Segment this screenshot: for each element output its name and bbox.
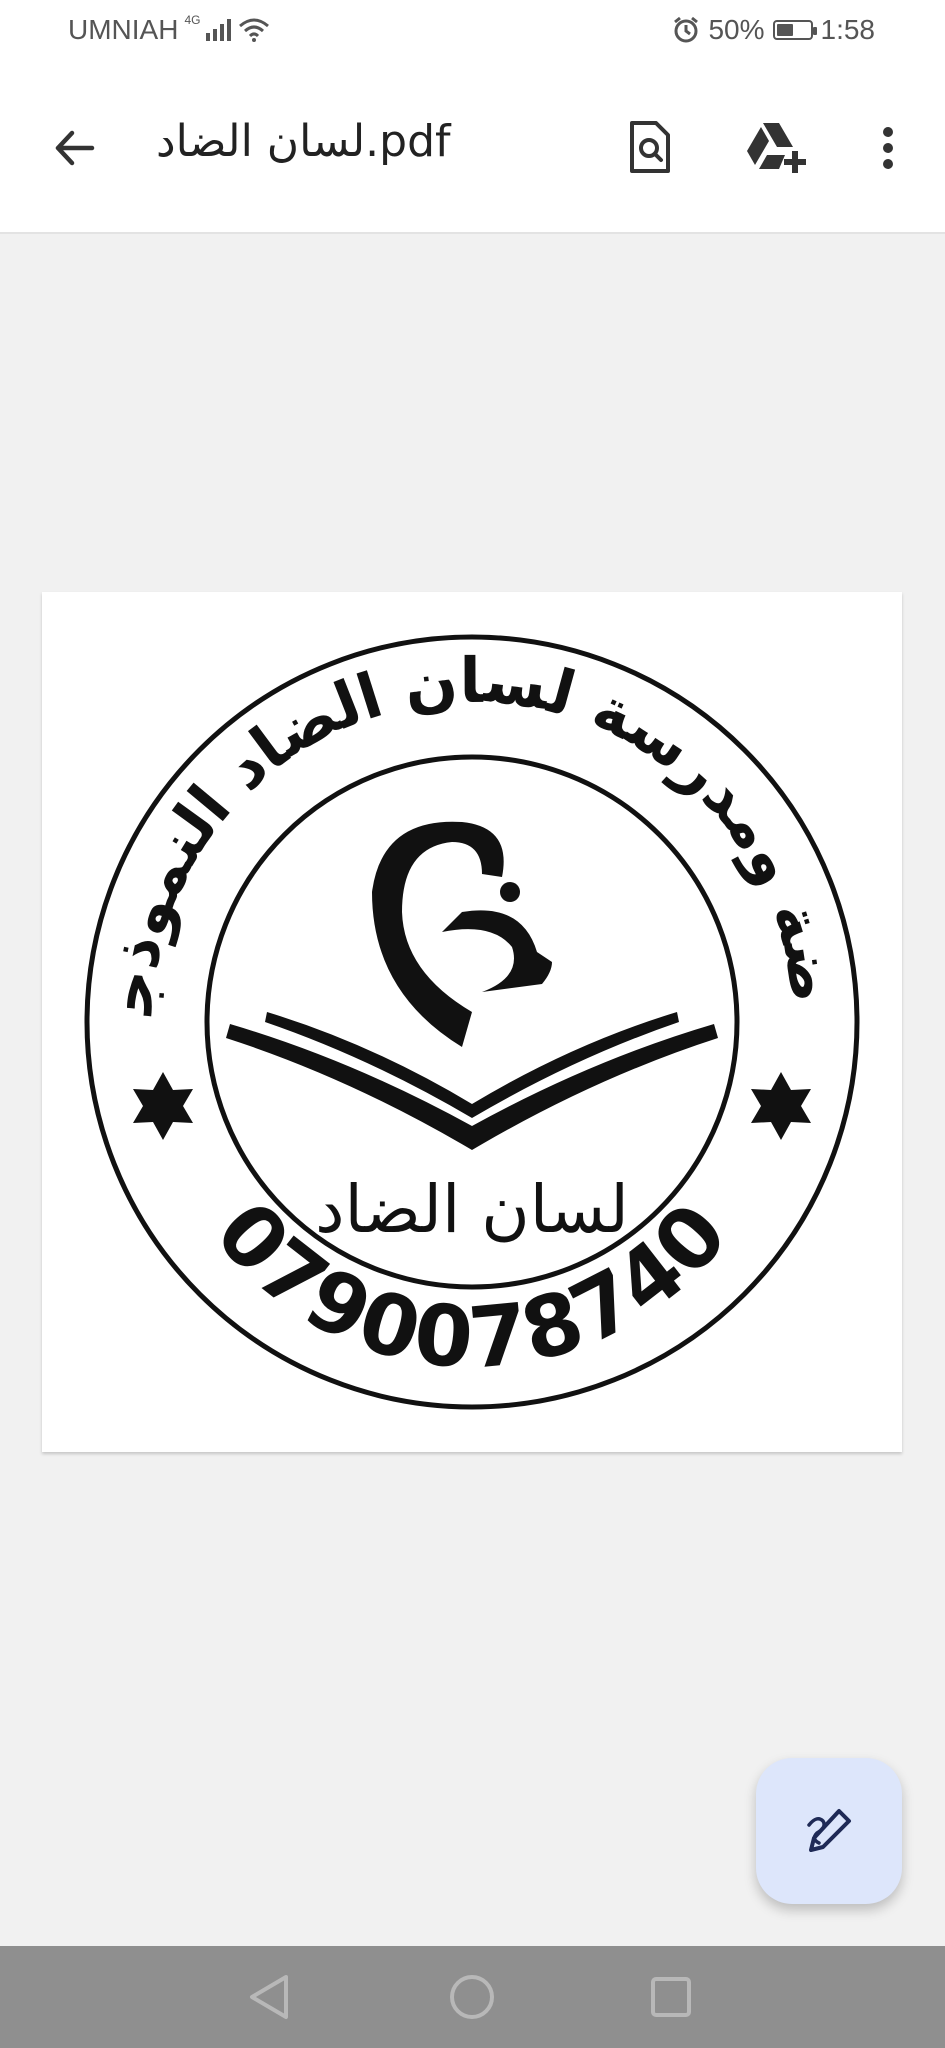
battery-percent: 50% bbox=[708, 14, 765, 45]
back-button[interactable] bbox=[40, 114, 108, 182]
status-right-group: 50% 1:58 bbox=[672, 14, 875, 46]
carrier-name: UMNIAH bbox=[68, 14, 179, 45]
system-nav-bar bbox=[0, 1946, 945, 2048]
nav-recent-icon bbox=[651, 1977, 691, 2017]
edit-pen-icon bbox=[807, 1809, 851, 1852]
pdf-page[interactable]: روضة ومدرسة لسان الضاد النموذجية 0790078… bbox=[42, 592, 902, 1452]
back-arrow-icon bbox=[55, 130, 95, 166]
more-options-button[interactable] bbox=[850, 108, 926, 188]
nav-back-icon bbox=[250, 1975, 288, 2019]
search-document-icon bbox=[630, 121, 670, 173]
open-book-icon bbox=[226, 1012, 718, 1150]
battery-fill bbox=[776, 24, 793, 36]
nav-back-button[interactable] bbox=[237, 1966, 299, 2028]
seal-center-text: لسان الضاد bbox=[315, 1171, 629, 1248]
star-icon bbox=[133, 1072, 193, 1140]
signal-icon bbox=[206, 19, 232, 41]
arabic-letter-dad-icon bbox=[372, 821, 552, 1047]
edit-fab-button[interactable] bbox=[756, 1758, 902, 1904]
nav-recent-button[interactable] bbox=[640, 1966, 702, 2028]
network-type: 4G bbox=[184, 13, 201, 27]
nav-home-icon bbox=[450, 1975, 494, 2019]
star-icon bbox=[751, 1072, 811, 1140]
more-vert-icon bbox=[883, 127, 893, 169]
alarm-icon bbox=[674, 16, 699, 43]
clock: 1:58 bbox=[820, 14, 876, 45]
search-document-button[interactable] bbox=[612, 108, 688, 188]
status-bar: UMNIAH 4G 50% 1:58 bbox=[0, 0, 945, 64]
nav-home-button[interactable] bbox=[441, 1966, 503, 2028]
carrier-group: UMNIAH 4G bbox=[68, 13, 270, 46]
wifi-icon bbox=[239, 18, 270, 42]
add-to-drive-icon bbox=[747, 123, 806, 173]
battery-icon bbox=[772, 20, 817, 40]
document-title: لسان الضاد.pdf bbox=[156, 116, 451, 167]
school-seal: روضة ومدرسة لسان الضاد النموذجية 0790078… bbox=[42, 592, 860, 1410]
add-to-drive-button[interactable] bbox=[738, 108, 814, 188]
app-bar: لسان الضاد.pdf bbox=[0, 64, 945, 234]
